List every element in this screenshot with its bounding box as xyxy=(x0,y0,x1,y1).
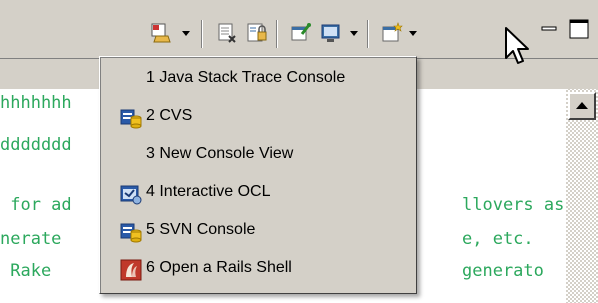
console-line: e, etc. xyxy=(462,229,534,249)
menu-item-cvs[interactable]: 2 CVS xyxy=(100,98,416,136)
svn-icon xyxy=(120,221,142,243)
chevron-down-icon[interactable] xyxy=(182,31,190,36)
menu-item-java-stack-trace-console[interactable]: 1 Java Stack Trace Console xyxy=(100,60,416,98)
scroll-lock-icon[interactable] xyxy=(246,22,268,44)
pin-console-icon[interactable] xyxy=(290,22,312,44)
rails-icon xyxy=(120,259,142,281)
maximize-icon[interactable] xyxy=(569,19,591,45)
menu-item-label: 1 Java Stack Trace Console xyxy=(146,69,346,86)
menu-item-new-console-view[interactable]: 3 New Console View xyxy=(100,136,416,174)
vertical-scrollbar[interactable] xyxy=(566,89,598,303)
scroll-up-button[interactable] xyxy=(568,92,596,120)
menu-item-label: 6 Open a Rails Shell xyxy=(146,259,292,276)
console-line: Rake xyxy=(0,261,52,281)
toolbar-separator xyxy=(367,20,369,48)
mouse-cursor-icon xyxy=(504,26,534,72)
toolbar-separator xyxy=(201,20,203,48)
display-console-icon[interactable] xyxy=(320,22,342,44)
console-dropdown-menu: 1 Java Stack Trace Console 2 CVS 3 New C… xyxy=(99,56,417,294)
console-line: llovers as xyxy=(462,195,565,215)
console-line: ddddddd xyxy=(0,135,72,155)
menu-item-label: 3 New Console View xyxy=(146,145,294,162)
ocl-icon xyxy=(120,183,142,205)
console-line: for ad xyxy=(0,195,72,215)
open-console-icon[interactable] xyxy=(381,22,403,44)
toolbar-separator xyxy=(276,20,278,48)
chevron-down-icon[interactable] xyxy=(350,31,358,36)
menu-item-label: 2 CVS xyxy=(146,107,193,124)
chevron-down-icon[interactable] xyxy=(409,31,417,36)
cvs-icon xyxy=(120,107,142,129)
console-line: hhhhhhh xyxy=(0,93,72,113)
console-line: generato xyxy=(462,261,544,281)
menu-item-svn-console[interactable]: 5 SVN Console xyxy=(100,212,416,250)
menu-item-label: 4 Interactive OCL xyxy=(146,183,271,200)
menu-item-label: 5 SVN Console xyxy=(146,221,256,238)
clear-console-icon[interactable] xyxy=(216,22,238,44)
open-perspective-icon[interactable] xyxy=(150,22,172,44)
arrow-up-icon xyxy=(576,102,588,109)
menu-item-interactive-ocl[interactable]: 4 Interactive OCL xyxy=(100,174,416,212)
menu-item-open-rails-shell[interactable]: 6 Open a Rails Shell xyxy=(100,250,416,288)
console-line: nerate xyxy=(0,229,62,249)
minimize-icon[interactable] xyxy=(541,20,559,39)
